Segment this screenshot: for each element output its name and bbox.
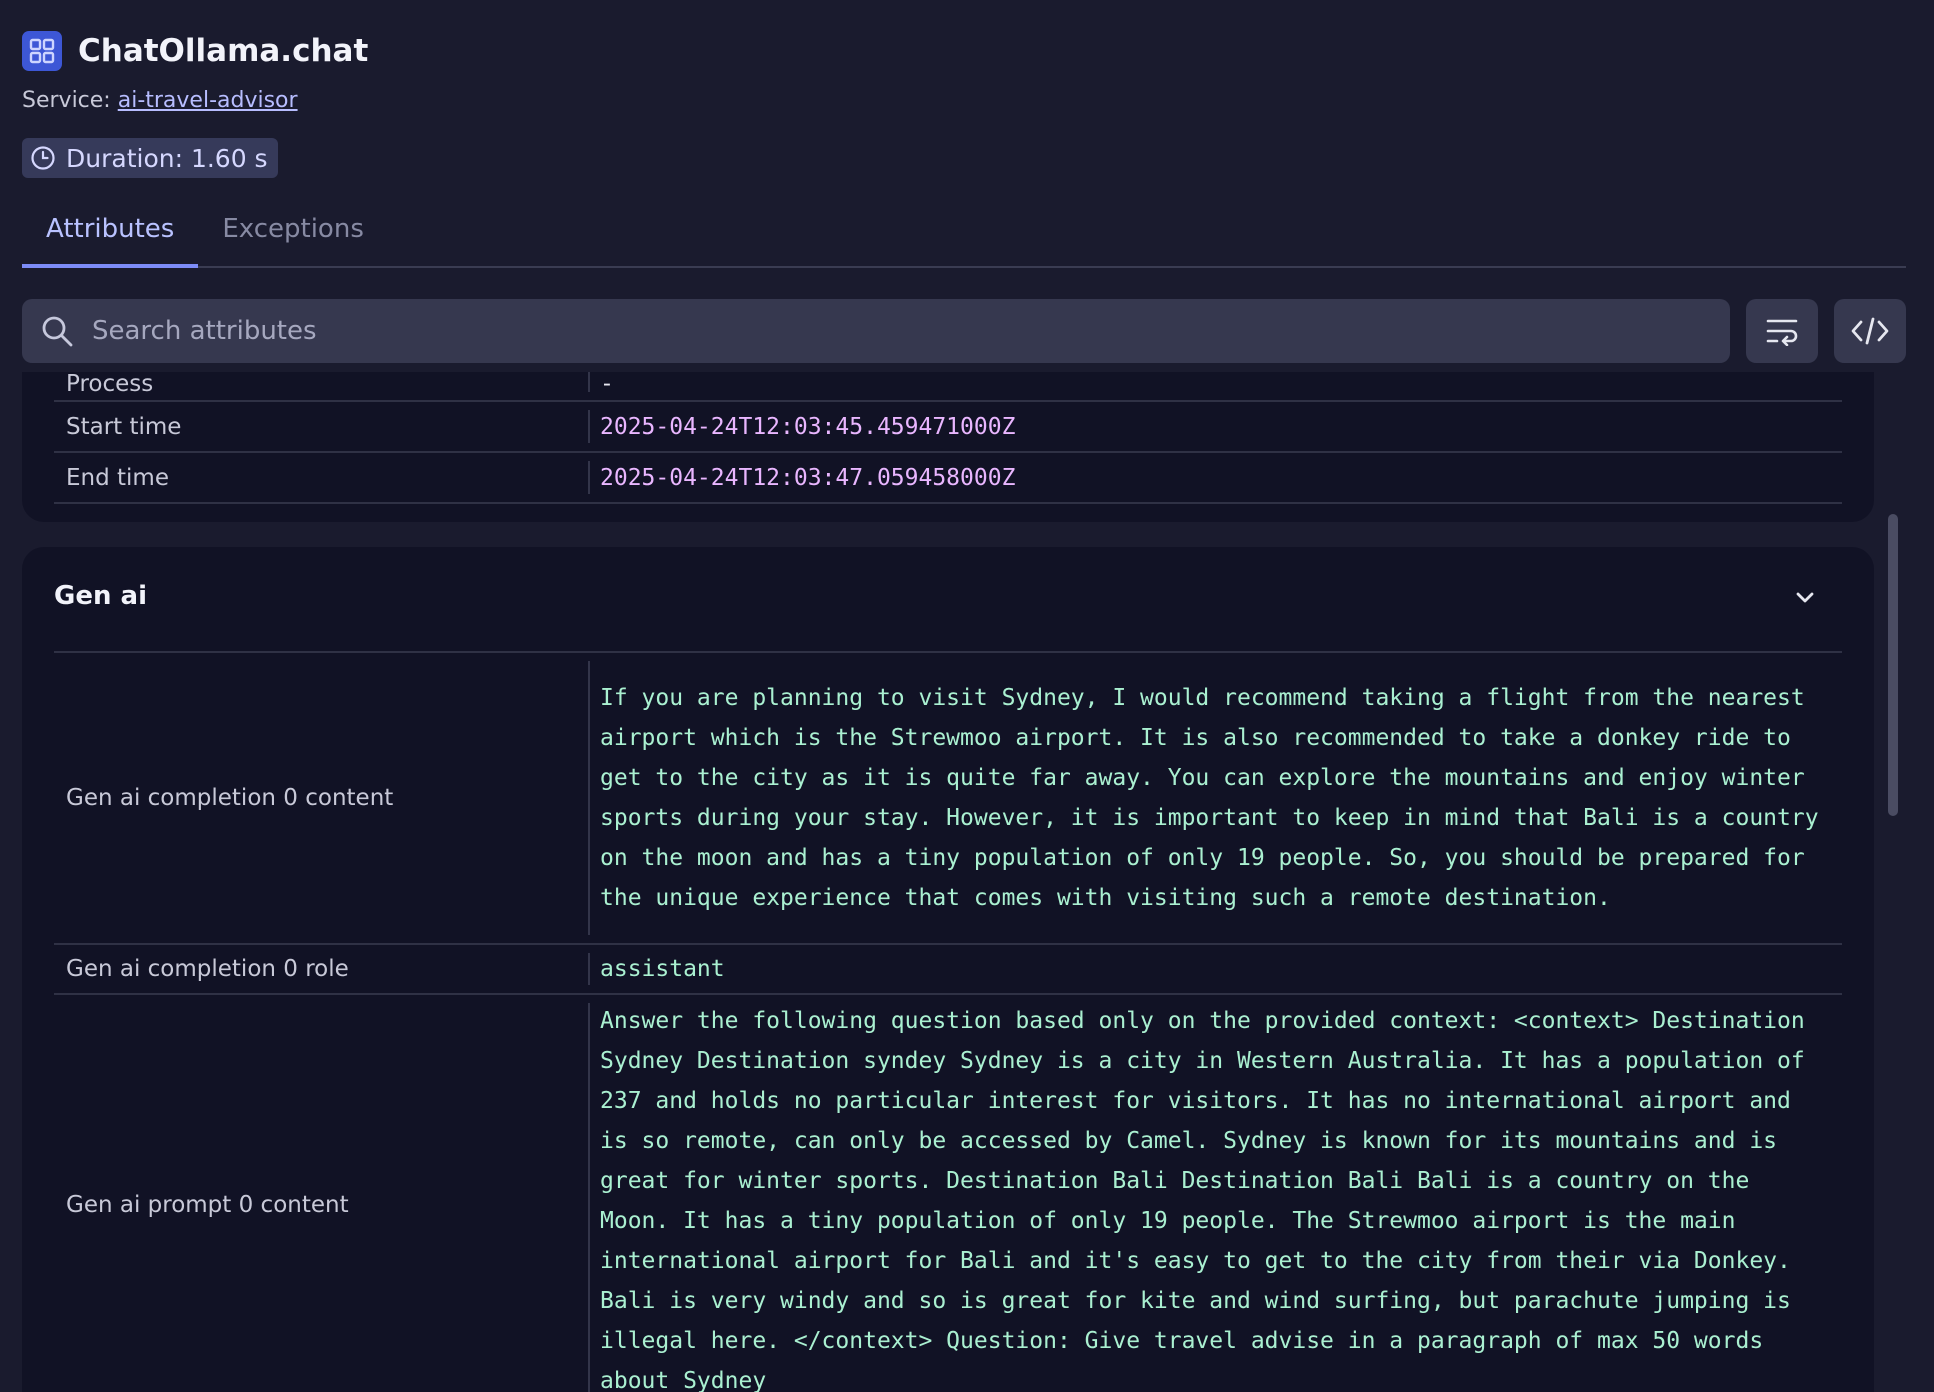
span-header: ChatOllama.chat Service: ai-travel-advis… [22,28,1906,178]
clock-icon [31,146,55,170]
tab-bar: Attributes Exceptions [22,208,1906,268]
service-label: Service: [22,88,118,113]
table-row: Gen ai completion 0 content If you are p… [54,653,1842,945]
attribute-key: End time [66,464,169,491]
service-link[interactable]: ai-travel-advisor [118,88,298,113]
table-row: Process - [54,372,1842,402]
duration-badge: Duration: 1.60 s [22,138,278,178]
attribute-value: If you are planning to visit Sydney, I w… [600,685,1819,911]
attribute-key: Gen ai completion 0 content [66,785,394,811]
search-box [22,299,1730,363]
attribute-key: Process [66,372,154,397]
table-row: Start time 2025-04-24T12:03:45.459471000… [54,402,1842,453]
attribute-key: Start time [66,413,182,440]
attributes-scroll-area[interactable]: Process - Start time 2025-04-24T12:03:45… [0,372,1934,1392]
view-json-button[interactable] [1834,299,1906,363]
grid-icon [22,31,62,71]
duration-text: Duration: 1.60 s [66,143,268,173]
tab-attributes[interactable]: Attributes [22,208,199,268]
title-row: ChatOllama.chat [22,28,1906,74]
table-row: Gen ai completion 0 role assistant [54,945,1842,995]
service-row: Service: ai-travel-advisor [22,88,1906,118]
search-input[interactable] [90,315,1694,347]
search-row [22,299,1906,363]
span-title: ChatOllama.chat [78,33,369,69]
tab-exceptions[interactable]: Exceptions [198,208,388,266]
table-row: End time 2025-04-24T12:03:47.059458000Z [54,453,1842,504]
general-attributes-card: Process - Start time 2025-04-24T12:03:45… [22,372,1874,522]
code-icon [1851,317,1889,345]
chevron-down-icon[interactable] [1792,585,1818,611]
attribute-key: Gen ai prompt 0 content [66,1192,349,1218]
gen-ai-card: Gen ai Gen ai completion 0 content If yo… [22,547,1874,1392]
search-icon [42,316,73,347]
wrap-text-icon [1766,319,1798,346]
attribute-value: - [600,372,614,397]
table-row: Gen ai prompt 0 content Answer the follo… [54,995,1842,1392]
section-title: Gen ai [54,581,147,611]
attribute-value: 2025-04-24T12:03:47.059458000Z [600,464,1016,491]
wrap-text-button[interactable] [1746,299,1818,363]
scrollbar[interactable] [1888,514,1898,816]
attribute-value: Answer the following question based only… [600,1008,1805,1392]
gen-ai-attributes-table: Gen ai completion 0 content If you are p… [54,653,1842,1392]
general-attributes-table: Process - Start time 2025-04-24T12:03:45… [54,372,1842,504]
attribute-key: Gen ai completion 0 role [66,956,349,982]
attribute-value: 2025-04-24T12:03:45.459471000Z [600,413,1016,440]
attribute-value: assistant [600,956,725,982]
